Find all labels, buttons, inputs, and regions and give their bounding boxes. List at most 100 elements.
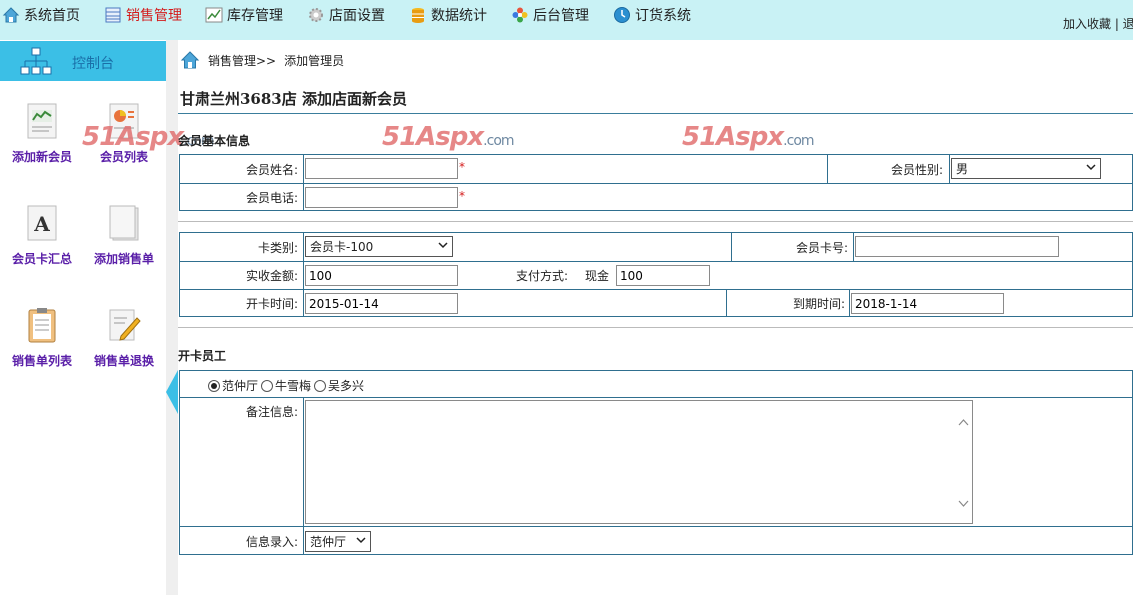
- card-type-label: 卡类别:: [257, 240, 298, 255]
- sidebar-item-card-summary[interactable]: A 会员卡汇总: [2, 204, 82, 267]
- sidebar-item-add-sales-order[interactable]: 添加销售单: [84, 204, 164, 267]
- nav-item-label: 订货系统: [635, 8, 691, 24]
- form-row: 开卡时间: 到期时间:: [180, 289, 1132, 317]
- clock-icon: [613, 6, 631, 24]
- nav-item-statistics[interactable]: 数据统计: [409, 4, 487, 26]
- form-row: 卡类别: 会员卡-100 会员卡号:: [180, 233, 1132, 261]
- required-mark: *: [459, 160, 465, 174]
- payment-method-label: 支付方式:: [516, 269, 569, 283]
- card-number-label: 会员卡号:: [795, 240, 848, 255]
- staff-radio-option[interactable]: 牛雪梅: [261, 377, 311, 394]
- breadcrumb-section[interactable]: 销售管理>>: [208, 52, 276, 69]
- collapse-sidebar-arrow-icon[interactable]: [166, 370, 178, 414]
- gear-icon: [307, 6, 325, 24]
- nav-item-inventory[interactable]: 库存管理: [205, 4, 283, 26]
- sidebar-item-label: 销售单列表: [11, 354, 72, 368]
- blank-document-icon: [107, 204, 141, 242]
- report-chart-icon: [25, 102, 59, 140]
- chevron-down-icon: [438, 242, 448, 249]
- flower-icon: [511, 6, 529, 24]
- add-favorite-link[interactable]: 加入收藏 | 退: [1063, 15, 1133, 32]
- console-header[interactable]: 控制台: [0, 41, 166, 81]
- nav-item-admin[interactable]: 后台管理: [511, 4, 589, 26]
- clipboard-icon: [25, 306, 59, 344]
- form-row: 范仲厅 牛雪梅 吴多兴: [180, 371, 1132, 397]
- nav-item-label: 库存管理: [227, 8, 283, 24]
- expire-date-input[interactable]: [851, 293, 1004, 314]
- expire-date-label: 到期时间:: [792, 297, 845, 311]
- nav-item-label: 后台管理: [533, 8, 589, 24]
- sidebar-item-add-member[interactable]: 添加新会员: [2, 102, 82, 165]
- nav-item-store-settings[interactable]: 店面设置: [307, 4, 385, 26]
- nav-item-home[interactable]: 系统首页: [2, 4, 80, 26]
- chevron-down-icon: [356, 537, 366, 544]
- divider: [178, 327, 1133, 328]
- entry-label: 信息录入:: [245, 534, 298, 549]
- phone-label: 会员电话:: [245, 191, 298, 205]
- font-a-icon: A: [25, 204, 59, 242]
- entry-staff-select[interactable]: 范仲厅: [305, 531, 371, 552]
- svg-text:A: A: [33, 212, 50, 236]
- gender-label: 会员性别:: [890, 162, 943, 177]
- member-phone-input[interactable]: [305, 187, 458, 208]
- payment-amount-input[interactable]: [616, 265, 710, 286]
- amount-label: 实收金额:: [245, 269, 298, 283]
- chevron-down-icon: [1086, 164, 1096, 171]
- sidebar-item-label: 会员卡汇总: [11, 252, 72, 266]
- sidebar-item-label: 添加新会员: [11, 150, 72, 164]
- payment-method-name: 现金: [585, 269, 610, 283]
- sidebar-item-sales-return[interactable]: 销售单退换: [84, 306, 164, 369]
- divider: [178, 113, 1133, 114]
- member-name-input[interactable]: [305, 158, 458, 179]
- form-row: 会员姓名: * 会员性别: 男: [180, 155, 1132, 183]
- sidebar-item-label: 销售单退换: [93, 354, 154, 368]
- card-info-form: 卡类别: 会员卡-100 会员卡号: 实收金额: 支付方式: 现金 开卡时间: …: [179, 232, 1133, 317]
- house-icon: [2, 6, 20, 24]
- open-date-label: 开卡时间:: [245, 297, 298, 311]
- form-row: 信息录入: 范仲厅: [180, 526, 1132, 555]
- edit-pencil-icon: [107, 306, 141, 344]
- form-row: 会员电话: *: [180, 183, 1132, 211]
- card-type-select[interactable]: 会员卡-100: [305, 236, 453, 257]
- radio-icon: [314, 379, 327, 392]
- form-row: 备注信息:: [180, 397, 1132, 526]
- main-content: 销售管理>> 添加管理员 甘肃兰州3683店 添加店面新会员 51Aspx.co…: [82, 40, 1133, 595]
- section-staff: 开卡员工: [178, 349, 227, 363]
- textarea-scrollbar[interactable]: [955, 401, 972, 523]
- gender-select[interactable]: 男: [951, 158, 1101, 179]
- remarks-textarea[interactable]: [305, 400, 973, 524]
- remarks-label: 备注信息:: [245, 405, 298, 419]
- form-row: 实收金额: 支付方式: 现金: [180, 261, 1132, 289]
- nav-item-sales[interactable]: 销售管理: [104, 4, 182, 26]
- nav-item-label: 系统首页: [24, 8, 80, 24]
- house-icon[interactable]: [180, 50, 200, 70]
- sidebar-item-label: 添加销售单: [93, 252, 154, 266]
- open-date-input[interactable]: [305, 293, 458, 314]
- section-basic-info: 会员基本信息: [178, 134, 251, 148]
- staff-form: 范仲厅 牛雪梅 吴多兴 备注信息: 信息录入: 范仲厅: [179, 370, 1133, 555]
- nav-item-ordering[interactable]: 订货系统: [613, 4, 691, 26]
- staff-radio-group: 范仲厅 牛雪梅 吴多兴: [208, 377, 367, 394]
- line-chart-icon: [205, 6, 223, 24]
- console-label: 控制台: [72, 56, 114, 72]
- staff-radio-option[interactable]: 吴多兴: [314, 377, 364, 394]
- divider: [178, 221, 1133, 222]
- nav-item-label: 销售管理: [126, 8, 182, 24]
- top-nav-bar: 系统首页 销售管理 库存管理 店面设置 数据统计 后台管理 订货系统 加入收藏 …: [0, 0, 1133, 40]
- watermark-logo: 51Aspx.com: [682, 122, 815, 152]
- basic-info-form: 会员姓名: * 会员性别: 男 会员电话: *: [179, 154, 1133, 211]
- staff-radio-option[interactable]: 范仲厅: [208, 377, 258, 394]
- radio-icon: [261, 379, 274, 392]
- nav-item-label: 数据统计: [431, 8, 487, 24]
- page-title: 甘肃兰州3683店 添加店面新会员: [180, 90, 407, 108]
- breadcrumb-current: 添加管理员: [284, 53, 345, 68]
- card-number-input[interactable]: [855, 236, 1059, 257]
- required-mark: *: [459, 189, 465, 203]
- sitemap-icon: [20, 47, 52, 80]
- name-label: 会员姓名:: [245, 162, 298, 177]
- sidebar-item-sales-list[interactable]: 销售单列表: [2, 306, 82, 369]
- radio-checked-icon: [208, 379, 220, 392]
- database-icon: [409, 6, 427, 24]
- breadcrumb: 销售管理>> 添加管理员: [180, 50, 344, 70]
- amount-input[interactable]: [305, 265, 458, 286]
